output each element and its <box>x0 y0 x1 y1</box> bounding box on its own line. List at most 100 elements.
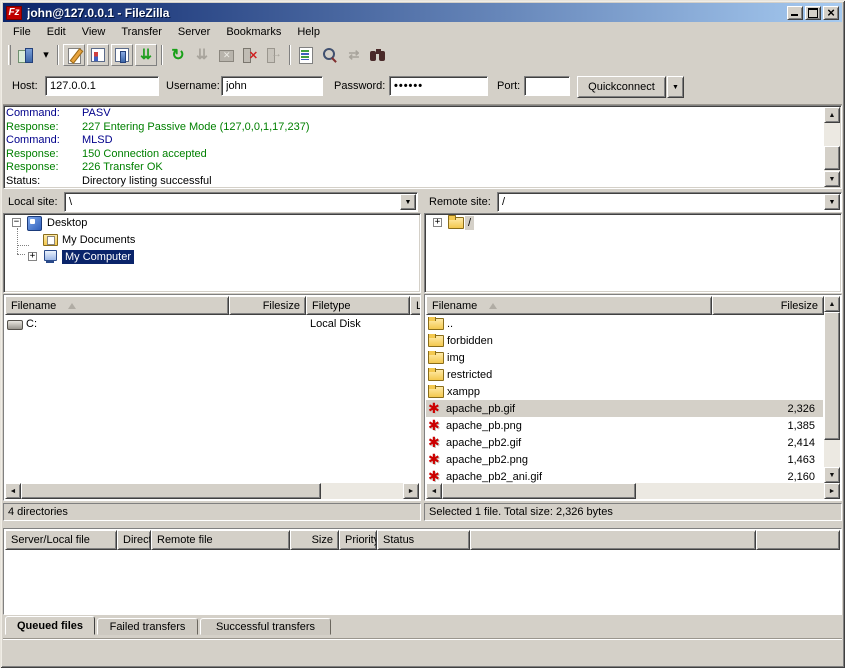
password-label: Password: <box>334 80 385 92</box>
local-file-row[interactable]: C: Local Disk <box>5 315 419 332</box>
local-file-list: Filename Filesize Filetype L C: Local Di… <box>3 294 421 501</box>
site-manager-dropdown-icon[interactable] <box>39 44 53 66</box>
local-hscroll-left-icon[interactable]: ◄ <box>5 483 21 499</box>
log-text: 226 Transfer OK <box>82 161 163 173</box>
column-direction[interactable]: Directi... <box>117 530 151 550</box>
toggle-remote-tree-icon[interactable] <box>111 44 133 66</box>
log-label: Response: <box>6 161 82 175</box>
remote-site-combo-arrow-icon[interactable]: ▼ <box>824 194 840 210</box>
menu-bookmarks[interactable]: Bookmarks <box>218 24 289 40</box>
remote-file-row[interactable]: apache_pb2.png 1,463 <box>426 451 823 468</box>
username-label: Username: <box>166 80 220 92</box>
quickconnect-dropdown-icon[interactable]: ▼ <box>667 76 684 98</box>
local-hscroll-right-icon[interactable]: ► <box>403 483 419 499</box>
menu-view[interactable]: View <box>74 24 114 40</box>
app-icon[interactable]: Fz <box>6 6 22 20</box>
remote-tree: / <box>424 213 842 293</box>
folder-icon <box>428 317 445 330</box>
log-scroll-thumb[interactable] <box>824 146 840 170</box>
column-priority[interactable]: Priority <box>339 530 377 550</box>
folder-icon <box>428 351 445 364</box>
remote-file-row[interactable]: forbidden <box>426 332 823 349</box>
title-bar[interactable]: Fz john@127.0.0.1 - FileZilla <box>3 3 842 22</box>
column-remote-file[interactable]: Remote file <box>151 530 290 550</box>
log-label: Status: <box>6 175 82 189</box>
folder-icon <box>428 334 445 347</box>
column-last-modified[interactable]: L <box>410 296 421 315</box>
local-list-body: C: Local Disk <box>5 315 419 332</box>
local-site-combo-arrow-icon[interactable]: ▼ <box>400 194 416 210</box>
menu-server[interactable]: Server <box>170 24 218 40</box>
local-status-text: 4 directories <box>3 503 421 521</box>
menu-file[interactable]: File <box>5 24 39 40</box>
remote-site-combo[interactable]: / ▼ <box>497 192 842 212</box>
apache-file-icon <box>428 453 444 467</box>
menu-transfer[interactable]: Transfer <box>113 24 170 40</box>
collapse-icon[interactable] <box>12 218 21 227</box>
disconnect-icon[interactable] <box>239 44 261 66</box>
remote-file-row[interactable]: .. <box>426 315 823 332</box>
directory-comparison-icon[interactable] <box>319 44 341 66</box>
menu-edit[interactable]: Edit <box>39 24 74 40</box>
expand-icon[interactable] <box>28 252 37 261</box>
remote-file-row-selected[interactable]: apache_pb.gif 2,326 <box>426 400 823 417</box>
remote-file-row[interactable]: apache_pb2.gif 2,414 <box>426 434 823 451</box>
quickconnect-button[interactable]: Quickconnect <box>577 76 666 98</box>
password-input[interactable] <box>389 76 488 96</box>
column-filename[interactable]: Filename <box>5 296 229 315</box>
toggle-queue-icon[interactable] <box>135 44 157 66</box>
column-size[interactable]: Size <box>290 530 339 550</box>
tab-failed-transfers[interactable]: Failed transfers <box>97 618 198 635</box>
remote-file-row[interactable]: restricted <box>426 366 823 383</box>
column-server-local-file[interactable]: Server/Local file <box>5 530 117 550</box>
folder-icon <box>428 368 445 381</box>
tab-successful-transfers[interactable]: Successful transfers <box>200 618 331 635</box>
remote-file-row[interactable]: apache_pb.png 1,385 <box>426 417 823 434</box>
toolbar-separator <box>57 45 59 65</box>
find-files-icon[interactable] <box>367 44 389 66</box>
menu-bar: File Edit View Transfer Server Bookmarks… <box>3 22 842 41</box>
remote-file-row[interactable]: xampp <box>426 383 823 400</box>
host-input[interactable] <box>45 76 159 96</box>
column-filename[interactable]: Filename <box>426 296 712 315</box>
column-spacer <box>756 530 840 550</box>
remote-vscroll-up-icon[interactable]: ▲ <box>824 296 840 312</box>
tree-item-root[interactable]: / <box>425 214 841 231</box>
tab-queued-files[interactable]: Queued files <box>5 616 95 635</box>
remote-vscroll-down-icon[interactable]: ▼ <box>824 467 840 483</box>
minimize-button[interactable] <box>787 6 803 20</box>
local-hscroll-thumb[interactable] <box>21 483 321 499</box>
remote-hscroll-left-icon[interactable]: ◄ <box>426 483 442 499</box>
tree-item-my-computer[interactable]: My Computer <box>4 248 420 265</box>
status-bar: A SCQ Queue: empty <box>3 640 842 666</box>
filter-icon[interactable] <box>295 44 317 66</box>
column-filesize[interactable]: Filesize <box>712 296 824 315</box>
queue-header: Server/Local file Directi... Remote file… <box>5 530 840 550</box>
tree-item-desktop[interactable]: Desktop <box>4 214 420 231</box>
log-scroll-down-icon[interactable]: ▼ <box>824 171 840 187</box>
port-label: Port: <box>497 80 520 92</box>
remote-list-body: .. forbidden img restricted xampp apache… <box>426 315 823 485</box>
local-site-combo[interactable]: \ ▼ <box>64 192 418 212</box>
site-manager-button[interactable] <box>15 44 37 66</box>
toggle-message-log-icon[interactable] <box>63 44 85 66</box>
log-scroll-up-icon[interactable]: ▲ <box>824 107 840 123</box>
remote-vscroll-thumb[interactable] <box>824 312 840 440</box>
expand-icon[interactable] <box>433 218 442 227</box>
close-button[interactable] <box>823 6 839 20</box>
menu-help[interactable]: Help <box>289 24 328 40</box>
column-filetype[interactable]: Filetype <box>306 296 410 315</box>
remote-hscroll-thumb[interactable] <box>442 483 636 499</box>
column-filesize[interactable]: Filesize <box>229 296 306 315</box>
username-input[interactable] <box>221 76 323 96</box>
remote-hscroll-right-icon[interactable]: ► <box>824 483 840 499</box>
tree-item-my-documents[interactable]: My Documents <box>4 231 420 248</box>
remote-file-list: Filename Filesize .. forbidden img restr… <box>424 294 842 501</box>
toggle-local-tree-icon[interactable] <box>87 44 109 66</box>
column-status[interactable]: Status <box>377 530 470 550</box>
refresh-icon[interactable] <box>167 44 189 66</box>
host-label: Host: <box>12 80 38 92</box>
port-input[interactable] <box>524 76 570 96</box>
maximize-button[interactable] <box>805 6 821 20</box>
remote-file-row[interactable]: img <box>426 349 823 366</box>
